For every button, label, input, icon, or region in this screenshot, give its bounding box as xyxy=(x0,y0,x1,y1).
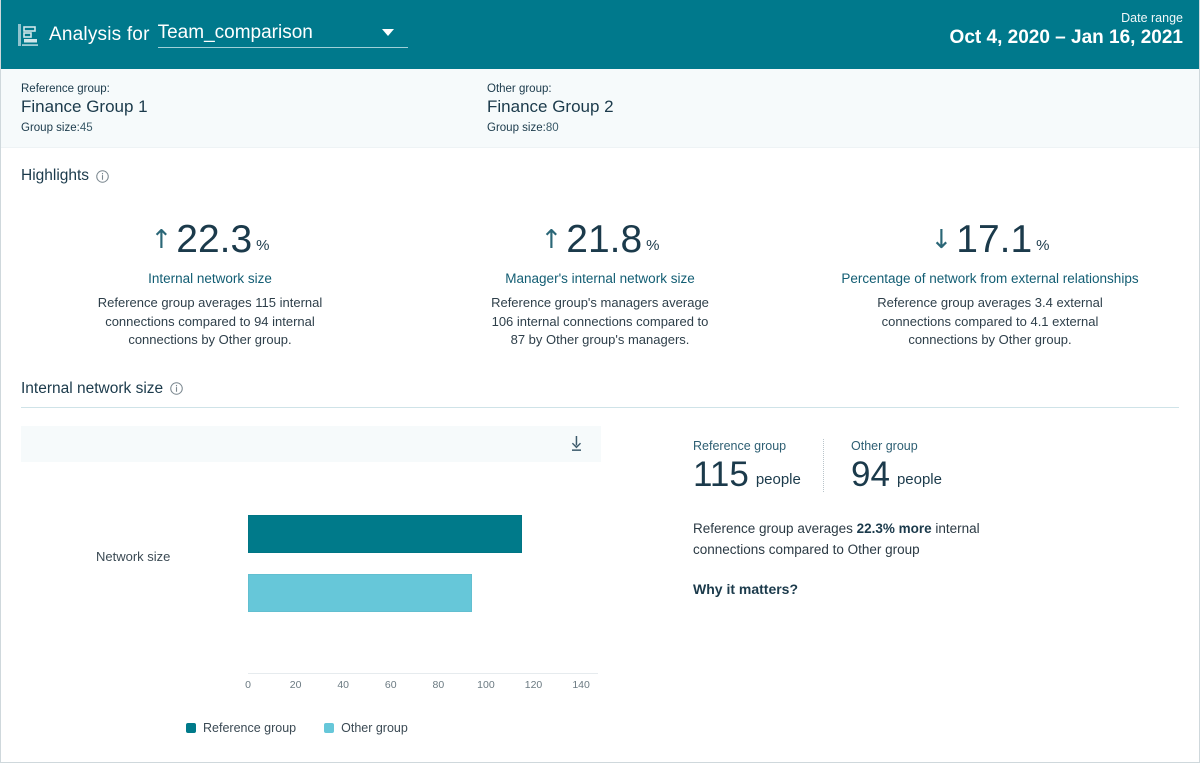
highlight-card-managers-internal-network-size: ↑ 21.8 % Manager's internal network size… xyxy=(405,217,795,350)
highlight-description: Reference group's managers average 106 i… xyxy=(491,295,709,347)
highlights-title: Highlights xyxy=(21,167,90,184)
highlight-card-internal-network-size: ↑ 22.3 % Internal network size Reference… xyxy=(15,217,405,350)
stat-summary-highlight: 22.3% more xyxy=(856,520,932,536)
internal-network-size-title: Internal network size xyxy=(21,379,164,397)
chart-x-tick-label: 60 xyxy=(384,678,397,691)
stat-summary-text: Reference group averages 22.3% more inte… xyxy=(693,518,1013,560)
info-circle-icon[interactable] xyxy=(170,382,183,395)
highlight-description: Reference group averages 3.4 external co… xyxy=(877,295,1103,347)
stat-reference-unit: people xyxy=(755,470,801,488)
chart-category-label: Network size xyxy=(96,548,171,564)
highlight-metric-name: Percentage of network from external rela… xyxy=(841,271,1139,286)
highlight-value-row: ↑ 22.3 % xyxy=(29,217,391,259)
chevron-down-icon[interactable] xyxy=(381,29,394,36)
stat-summary-prefix: Reference group averages xyxy=(693,520,857,536)
legend-label-other: Other group xyxy=(341,720,408,735)
other-group-name: Finance Group 2 xyxy=(487,97,614,116)
reference-group-size: Group size:45 xyxy=(21,122,487,134)
stat-other-group: Other group 94 people xyxy=(823,438,942,492)
stat-other-unit: people xyxy=(896,470,942,488)
highlight-metric-name: Manager's internal network size xyxy=(505,271,695,286)
chart-x-tick-label: 100 xyxy=(477,678,495,691)
chart-x-tick-label: 140 xyxy=(572,678,590,691)
other-group-size: Group size:80 xyxy=(487,122,953,134)
highlight-unit: % xyxy=(1036,237,1050,254)
chart-plot-area xyxy=(248,463,593,673)
internal-network-size-body: Network size 0 20 40 60 80 100 120 140 Referenc… xyxy=(1,425,1199,735)
stats-panel: Reference group 115 people Other group 9… xyxy=(601,426,1179,735)
stat-reference-value-row: 115 people xyxy=(693,457,823,492)
highlights-cards: ↑ 22.3 % Internal network size Reference… xyxy=(1,217,1199,350)
highlight-description: Reference group averages 115 internal co… xyxy=(97,295,323,347)
legend-swatch-reference xyxy=(186,722,196,733)
section-divider xyxy=(21,406,1179,408)
reference-group-kicker: Reference group: xyxy=(21,83,110,95)
other-group-kicker: Other group: xyxy=(487,83,552,95)
stat-other-kicker: Other group xyxy=(851,438,918,453)
reference-group-block: Reference group: Finance Group 1 Group s… xyxy=(21,83,487,147)
chart-panel: Network size 0 20 40 60 80 100 120 140 Referenc… xyxy=(21,425,601,735)
info-circle-icon[interactable] xyxy=(96,169,109,183)
group-summary-bar: Reference group: Finance Group 1 Group s… xyxy=(1,69,1199,148)
reference-group-size-label: Group size: xyxy=(21,122,80,134)
trend-up-arrow-icon: ↑ xyxy=(540,225,563,255)
date-range: Date range Oct 4, 2020 – Jan 16, 2021 xyxy=(950,11,1183,49)
header-left-group: Analysis for xyxy=(17,23,150,47)
reference-group-name: Finance Group 1 xyxy=(21,97,148,116)
bar-reference-group[interactable] xyxy=(248,514,522,553)
chart-x-tick-label: 0 xyxy=(245,678,251,691)
stats-row: Reference group 115 people Other group 9… xyxy=(693,438,1179,492)
highlight-value-row: ↑ 21.8 % xyxy=(419,217,781,259)
report-select[interactable]: Team_comparison xyxy=(157,21,408,48)
legend-label-reference: Reference group xyxy=(203,720,297,735)
chart-x-axis-line xyxy=(248,672,598,674)
analysis-for-label: Analysis for xyxy=(49,23,150,45)
reference-group-size-value: 45 xyxy=(79,122,93,134)
date-range-value: Oct 4, 2020 – Jan 16, 2021 xyxy=(949,27,1183,48)
highlight-metric-name: Internal network size xyxy=(148,271,272,286)
trend-up-arrow-icon: ↑ xyxy=(150,225,173,255)
chart-x-tick-label: 120 xyxy=(524,678,543,691)
report-icon xyxy=(17,23,39,47)
legend-swatch-other xyxy=(324,722,335,733)
app-header: Analysis for Team_comparison Date range … xyxy=(1,0,1199,69)
chart-x-tick-label: 20 xyxy=(289,678,302,691)
highlight-unit: % xyxy=(256,237,270,254)
bar-chart: Network size 0 20 40 60 80 100 120 140 xyxy=(21,463,601,718)
other-group-size-label: Group size: xyxy=(487,122,546,134)
highlights-section-header: Highlights xyxy=(1,167,1199,185)
highlight-value-row: ↓ 17.1 % xyxy=(809,217,1171,259)
chart-x-tick-label: 40 xyxy=(337,678,350,691)
stat-reference-group: Reference group 115 people xyxy=(693,439,823,492)
report-select-value: Team_comparison xyxy=(157,21,313,43)
other-group-size-value: 80 xyxy=(545,122,559,134)
analysis-app-window: Analysis for Team_comparison Date range … xyxy=(0,0,1200,763)
download-icon[interactable] xyxy=(569,435,584,452)
highlight-value: 22.3 xyxy=(176,218,253,261)
chart-x-tick-label: 80 xyxy=(432,678,445,691)
chart-legend: Reference group Other group xyxy=(21,721,601,735)
date-range-label: Date range xyxy=(1121,11,1183,25)
stat-other-value-row: 94 people xyxy=(851,457,942,492)
highlight-unit: % xyxy=(646,237,660,254)
highlight-card-external-relationships: ↓ 17.1 % Percentage of network from exte… xyxy=(795,217,1185,350)
highlight-value: 17.1 xyxy=(956,218,1033,261)
bar-other-group[interactable] xyxy=(248,573,472,612)
why-it-matters-link[interactable]: Why it matters? xyxy=(693,581,798,597)
internal-network-size-section-header: Internal network size xyxy=(1,380,1199,398)
legend-item-other-group[interactable]: Other group xyxy=(324,721,408,735)
stat-reference-kicker: Reference group xyxy=(693,438,787,453)
stat-other-value: 94 xyxy=(851,454,890,494)
highlight-value: 21.8 xyxy=(566,218,643,261)
stat-reference-value: 115 xyxy=(693,454,749,494)
trend-down-arrow-icon: ↓ xyxy=(930,225,953,255)
legend-item-reference-group[interactable]: Reference group xyxy=(186,721,296,735)
other-group-block: Other group: Finance Group 2 Group size:… xyxy=(487,83,953,147)
chart-toolbar xyxy=(21,425,601,462)
chart-x-axis-ticks: 0 20 40 60 80 100 120 140 xyxy=(245,678,598,697)
